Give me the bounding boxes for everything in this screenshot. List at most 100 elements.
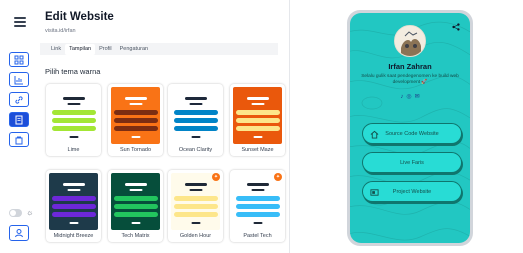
theme-swatch: [111, 173, 160, 230]
theme-swatch: [111, 87, 160, 144]
theme-card[interactable]: ✦ Pastel Tech: [230, 170, 285, 242]
theme-name: Pastel Tech: [243, 233, 272, 239]
rail-links-button[interactable]: [9, 92, 29, 107]
theme-name: Ocean Clarity: [178, 147, 213, 153]
swatch-bar: [235, 212, 280, 217]
link-button-live[interactable]: Live Faris: [362, 152, 462, 173]
section-label: Pilih tema warna: [45, 67, 101, 76]
swatch-bar: [62, 183, 85, 186]
left-rail: ☼: [0, 0, 38, 253]
email-icon[interactable]: ✉: [415, 94, 420, 101]
website-url[interactable]: visita.id/irfan: [45, 28, 76, 34]
theme-card[interactable]: Sun Tornado: [108, 84, 163, 156]
swatch-bar: [51, 126, 96, 131]
link-button-source-code[interactable]: Source Code Website: [362, 123, 462, 144]
swatch-bar: [113, 212, 158, 217]
swatch-bar: [253, 222, 262, 224]
swatch-bar: [69, 222, 78, 224]
link-label: Live Faris: [400, 159, 424, 166]
link-label: Project Website: [392, 188, 432, 195]
image-icon: [370, 189, 379, 196]
theme-swatch: [49, 173, 98, 230]
instagram-icon[interactable]: ◎: [406, 94, 411, 101]
swatch-bar: [113, 204, 158, 209]
swatch-bar: [67, 103, 80, 105]
swatch-bar: [51, 196, 96, 201]
swatch-bar: [113, 196, 158, 201]
hamburger-icon[interactable]: [14, 17, 26, 29]
preview-screen: Irfan Zahran Selalu gulik saat pendegeno…: [350, 13, 470, 243]
premium-badge-icon: ✦: [212, 173, 220, 181]
theme-card[interactable]: Tech Matrix: [108, 170, 163, 242]
theme-swatch: [171, 87, 220, 144]
account-button[interactable]: [9, 225, 29, 241]
theme-card[interactable]: Ocean Clarity: [168, 84, 223, 156]
swatch-bar: [246, 183, 269, 186]
rail-dashboard-button[interactable]: [9, 52, 29, 67]
swatch-bar: [67, 189, 80, 191]
tab-profil[interactable]: Profil: [95, 44, 116, 55]
tab-pengaturan[interactable]: Pengaturan: [116, 44, 152, 55]
editor-tabs: Link Tampilan Profil Pengaturan: [40, 43, 278, 55]
rail-analytics-button[interactable]: [9, 72, 29, 87]
share-icon[interactable]: [452, 23, 460, 31]
grid-icon: [14, 55, 24, 64]
swatch-bar: [113, 110, 158, 115]
theme-card[interactable]: Midnight Breeze: [46, 170, 101, 242]
palette-icon: [15, 115, 23, 124]
rail-shop-button[interactable]: [9, 132, 29, 147]
social-icons: ♪ ◎ ✉: [350, 94, 470, 101]
swatch-bar: [51, 118, 96, 123]
bag-icon: [15, 136, 23, 144]
swatch-bar: [129, 189, 142, 191]
swatch-bar: [124, 183, 147, 186]
tab-link[interactable]: Link: [47, 44, 65, 55]
swatch-bar: [173, 126, 218, 131]
swatch-bar: [173, 110, 218, 115]
premium-badge-icon: ✦: [274, 173, 282, 181]
rail-appearance-button[interactable]: [9, 112, 29, 127]
tab-tampilan[interactable]: Tampilan: [65, 43, 96, 55]
swatch-bar: [189, 189, 202, 191]
swatch-bar: [51, 110, 96, 115]
swatch-bar: [253, 136, 262, 138]
profile-name: Irfan Zahran: [388, 62, 432, 71]
swatch-bar: [62, 97, 85, 100]
swatch-bar: [184, 183, 207, 186]
swatch-bar: [189, 103, 202, 105]
theme-card[interactable]: Sunset Maze: [230, 84, 285, 156]
swatch-bar: [251, 189, 264, 191]
theme-swatch: [233, 173, 282, 230]
theme-card[interactable]: ✦ Golden Hour: [168, 170, 223, 242]
link-icon: [15, 95, 23, 104]
swatch-bar: [246, 97, 269, 100]
theme-name: Tech Matrix: [121, 233, 150, 239]
editor-panel: Edit Website visita.id/irfan Link Tampil…: [38, 0, 288, 253]
swatch-bar: [124, 97, 147, 100]
swatch-bar: [131, 222, 140, 224]
theme-swatch: [49, 87, 98, 144]
swatch-bar: [69, 136, 78, 138]
theme-name: Golden Hour: [179, 233, 212, 239]
swatch-bar: [173, 118, 218, 123]
theme-card[interactable]: Lime: [46, 84, 101, 156]
avatar: [394, 25, 426, 57]
swatch-bar: [235, 204, 280, 209]
swatch-bar: [184, 97, 207, 100]
swatch-bar: [235, 196, 280, 201]
theme-name: Lime: [67, 147, 80, 153]
theme-name: Midnight Breeze: [53, 233, 94, 239]
swatch-bar: [191, 136, 200, 138]
app-root: ☼ Edit Website visita.id/irfan Link Tamp…: [0, 0, 523, 253]
swatch-bar: [129, 103, 142, 105]
swatch-bar: [251, 103, 264, 105]
home-icon: [370, 130, 379, 139]
swatch-bar: [191, 222, 200, 224]
phone-preview: Irfan Zahran Selalu gulik saat pendegeno…: [347, 10, 473, 246]
theme-name: Sun Tornado: [119, 147, 152, 153]
link-button-project[interactable]: Project Website: [362, 181, 462, 202]
swatch-bar: [131, 136, 140, 138]
tiktok-icon[interactable]: ♪: [400, 94, 403, 101]
swatch-bar: [173, 196, 218, 201]
theme-toggle[interactable]: [9, 209, 22, 217]
